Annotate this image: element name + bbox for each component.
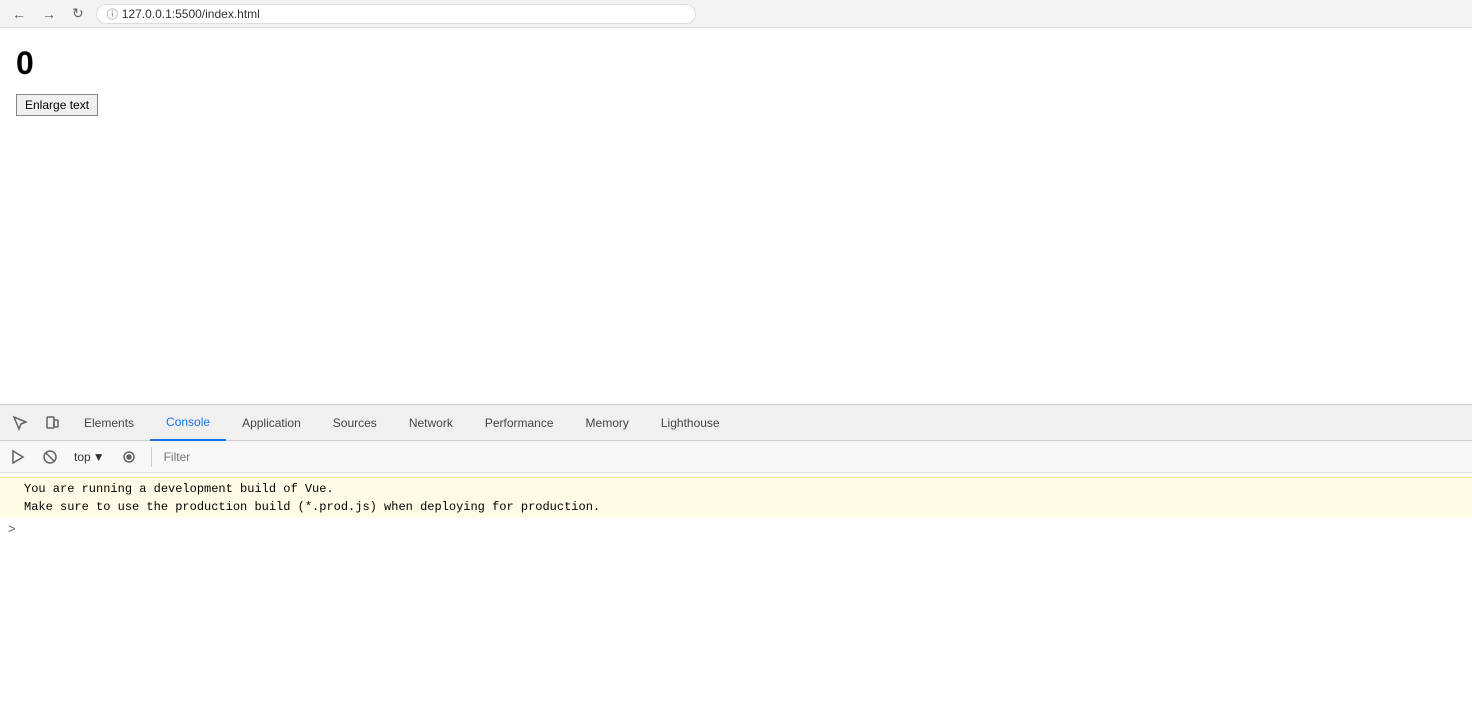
tab-application[interactable]: Application [226,405,317,441]
main-content: 0 Enlarge text [0,28,1472,404]
context-label: top [74,450,91,464]
toolbar-separator [151,447,152,467]
console-input[interactable] [20,523,1464,537]
address-bar: ⓘ 127.0.0.1:5500/index.html [96,4,696,24]
console-message-vue-warning: You are running a development build of V… [0,477,1472,518]
tab-elements[interactable]: Elements [68,405,150,441]
console-toolbar: top ▼ [0,441,1472,473]
reload-button[interactable]: ↻ [68,3,88,24]
console-output: You are running a development build of V… [0,473,1472,719]
tab-network[interactable]: Network [393,405,469,441]
tab-performance[interactable]: Performance [469,405,570,441]
tab-console[interactable]: Console [150,405,226,441]
console-input-row[interactable]: > [0,518,1472,541]
chevron-down-icon: ▼ [93,450,105,464]
forward-button[interactable]: → [38,4,60,24]
tab-sources[interactable]: Sources [317,405,393,441]
clear-console-button[interactable] [36,446,64,468]
show-console-sidebar-button[interactable] [115,446,143,468]
info-icon: ⓘ [107,6,118,22]
devtools-panel: Elements Console Application Sources Net… [0,404,1472,719]
console-prompt-icon: > [8,522,16,537]
back-button[interactable]: ← [8,4,30,24]
element-picker-button[interactable] [4,405,36,441]
browser-chrome: ← → ↻ ⓘ 127.0.0.1:5500/index.html [0,0,1472,28]
counter-display: 0 [16,44,1456,82]
tab-lighthouse[interactable]: Lighthouse [645,405,736,441]
console-message-text: You are running a development build of V… [24,480,1464,516]
create-live-expression-button[interactable] [4,446,32,468]
url-text: 127.0.0.1:5500/index.html [122,7,260,21]
context-selector[interactable]: top ▼ [68,448,111,466]
console-filter-input[interactable] [160,448,1468,466]
device-toolbar-button[interactable] [36,405,68,441]
devtools-tabs-bar: Elements Console Application Sources Net… [0,405,1472,441]
enlarge-text-button[interactable]: Enlarge text [16,94,98,116]
tab-memory[interactable]: Memory [570,405,645,441]
